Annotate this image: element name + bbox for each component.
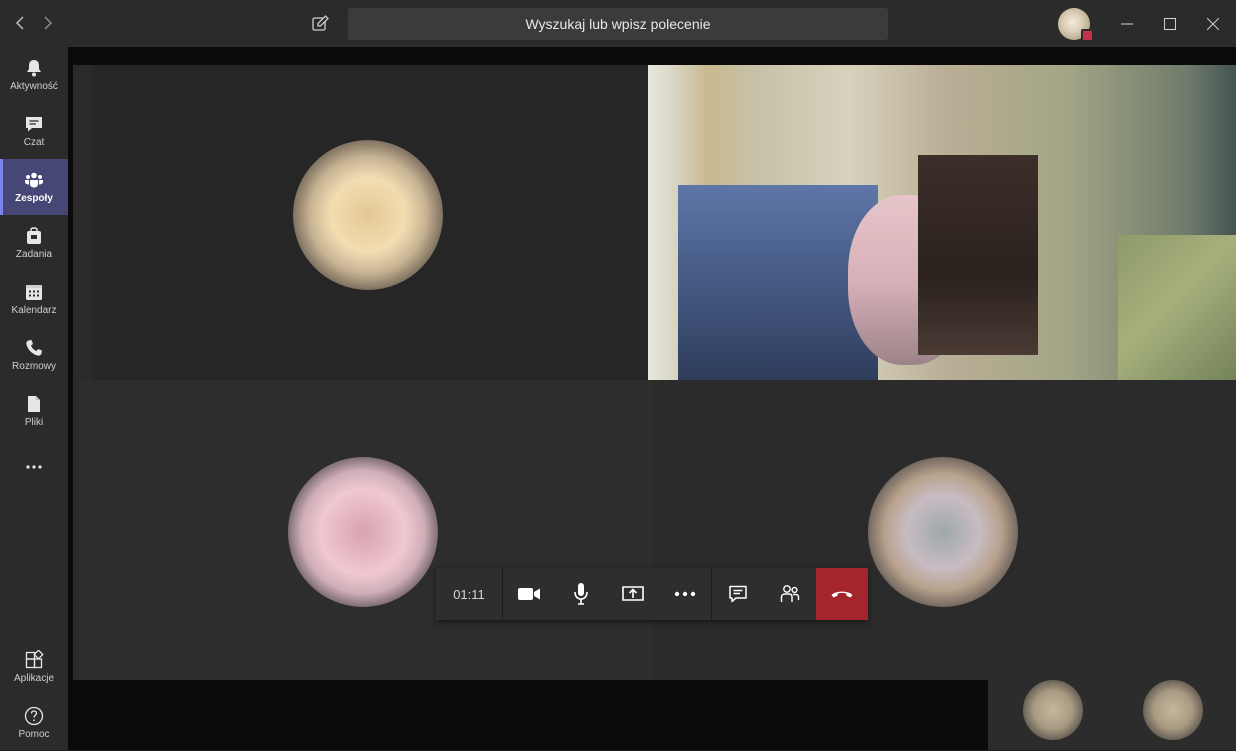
participant-video[interactable] <box>648 65 1236 380</box>
rail-item-label: Pomoc <box>18 729 50 740</box>
app-bar: Aktywność Czat Zespoły Zadania Kalendarz… <box>0 47 68 750</box>
phone-icon <box>26 340 42 356</box>
chat-icon <box>26 117 42 132</box>
calendar-icon <box>26 285 42 300</box>
close-button[interactable] <box>1190 0 1236 47</box>
search-placeholder: Wyszukaj lub wpisz polecenie <box>525 16 711 32</box>
rail-item-calls[interactable]: Rozmowy <box>0 327 68 383</box>
participant-avatar <box>293 140 443 290</box>
more-actions-button[interactable] <box>659 568 711 620</box>
participant-tile[interactable] <box>93 65 648 380</box>
show-chat-button[interactable] <box>711 568 764 620</box>
back-arrow-icon[interactable] <box>10 13 30 33</box>
rail-item-apps[interactable]: Aplikacje <box>0 639 68 695</box>
participant-avatar <box>868 457 1018 607</box>
minimize-button[interactable] <box>1104 0 1150 47</box>
rail-item-assignments[interactable]: Zadania <box>0 215 68 271</box>
rail-item-teams[interactable]: Zespoły <box>0 159 68 215</box>
rail-item-label: Zespoły <box>15 193 53 204</box>
meeting-stage <box>68 47 1236 750</box>
self-avatar <box>1143 680 1203 740</box>
participant-tile[interactable] <box>78 380 653 680</box>
maximize-button[interactable] <box>1147 0 1193 47</box>
rail-item-label: Zadania <box>15 249 53 260</box>
compose-icon[interactable] <box>309 13 331 35</box>
rail-item-label: Czat <box>23 137 45 148</box>
rail-item-label: Pliki <box>24 417 44 428</box>
chat-icon <box>729 585 747 603</box>
rail-item-calendar[interactable]: Kalendarz <box>0 271 68 327</box>
share-screen-button[interactable] <box>607 568 659 620</box>
rail-item-label: Kalendarz <box>11 305 57 316</box>
rail-item-files[interactable]: Pliki <box>0 383 68 439</box>
microphone-icon <box>574 583 588 605</box>
video-hair <box>918 155 1038 355</box>
call-timer: 01:11 <box>436 568 503 620</box>
hang-up-icon <box>831 591 853 598</box>
briefcase-icon <box>27 227 41 244</box>
forward-arrow-icon[interactable] <box>38 13 58 33</box>
more-icon <box>26 465 42 469</box>
show-participants-button[interactable] <box>764 568 816 620</box>
more-icon <box>674 591 696 597</box>
rail-item-activity[interactable]: Aktywność <box>0 47 68 103</box>
search-input[interactable]: Wyszukaj lub wpisz polecenie <box>348 8 888 40</box>
camera-button[interactable] <box>503 568 555 620</box>
presence-badge <box>1081 29 1094 42</box>
teams-icon <box>25 172 43 188</box>
video-plant <box>1118 235 1236 380</box>
rail-item-label: Aplikacje <box>13 673 55 684</box>
rail-item-chat[interactable]: Czat <box>0 103 68 159</box>
microphone-button[interactable] <box>555 568 607 620</box>
help-icon <box>24 706 44 726</box>
rail-more-button[interactable] <box>0 439 68 495</box>
bell-icon <box>27 60 41 77</box>
file-icon <box>28 396 40 412</box>
participant-tile[interactable] <box>653 380 1236 680</box>
title-bar: Wyszukaj lub wpisz polecenie <box>0 0 1236 47</box>
participant-avatar <box>288 457 438 607</box>
rail-item-label: Aktywność <box>10 81 58 92</box>
rail-item-label: Rozmowy <box>12 361 56 372</box>
camera-icon <box>518 588 540 600</box>
call-controls: 01:11 <box>436 568 868 620</box>
rail-item-help[interactable]: Pomoc <box>0 695 68 751</box>
share-screen-icon <box>622 586 644 601</box>
participants-icon <box>780 585 800 602</box>
hang-up-button[interactable] <box>816 568 868 620</box>
self-avatar <box>1023 680 1083 740</box>
apps-icon <box>25 650 44 669</box>
self-view[interactable] <box>988 680 1236 750</box>
